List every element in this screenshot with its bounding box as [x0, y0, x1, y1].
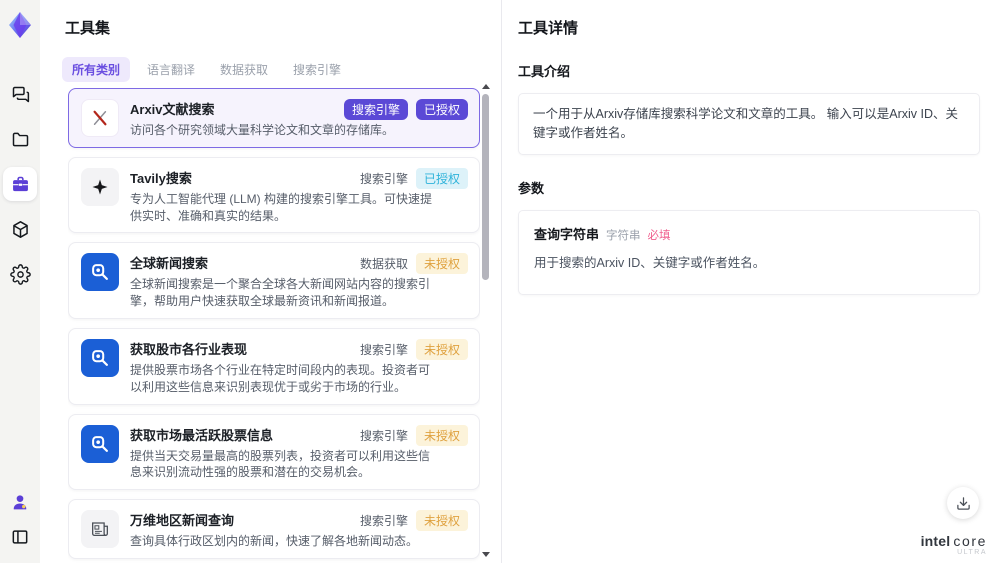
- download-icon: [956, 496, 970, 510]
- sector-search-icon: [81, 338, 119, 377]
- side-panel-icon[interactable]: [6, 523, 34, 551]
- page-title: 工具集: [65, 20, 111, 37]
- tool-card[interactable]: 获取股市各行业表现 提供股票市场各个行业在特定时间段内的表现。投资者可以利用这些…: [68, 327, 480, 405]
- rail-bottom: [6, 488, 34, 551]
- newspaper-icon: [81, 510, 119, 549]
- scrollbar-thumb[interactable]: [482, 94, 489, 280]
- category-label: 搜索引擎: [359, 514, 408, 529]
- tool-intro-text: 一个用于从Arxiv存储库搜索科学论文和文章的工具。 输入可以是Arxiv ID…: [533, 107, 959, 140]
- category-tabs: 所有类别 语言翻译 数据获取 搜索引擎: [62, 57, 501, 82]
- parameter-name: 查询字符串: [534, 226, 600, 242]
- tool-intro-card: 一个用于从Arxiv存储库搜索科学论文和文章的工具。 输入可以是Arxiv ID…: [518, 93, 980, 155]
- toolbox-icon[interactable]: [3, 167, 37, 201]
- brand-ultra-text: ULTRA: [957, 548, 987, 556]
- category-badge: 搜索引擎: [343, 99, 408, 120]
- settings-icon[interactable]: [3, 257, 37, 291]
- rail-nav: [3, 77, 37, 291]
- sparkle-icon: [81, 167, 119, 206]
- category-label: 搜索引擎: [359, 342, 408, 357]
- params-heading: 参数: [518, 180, 545, 196]
- cube-icon[interactable]: [3, 212, 37, 246]
- news-search-icon: [81, 253, 119, 292]
- parameter-card: 查询字符串 字符串 必填 用于搜索的Arxiv ID、关键字或作者姓名。: [518, 209, 980, 295]
- category-label: 搜索引擎: [359, 171, 408, 186]
- parameter-required-flag: 必填: [647, 229, 671, 242]
- status-badge: 未授权: [415, 338, 468, 360]
- tab-search-engine[interactable]: 搜索引擎: [285, 57, 349, 82]
- status-badge: 未授权: [415, 510, 468, 532]
- app-gem-logo: [5, 10, 35, 40]
- tool-card[interactable]: 万维地区新闻查询 查询具体行政区划内的新闻，快速了解各地新闻动态。 搜索引擎 未…: [68, 499, 480, 559]
- folder-icon[interactable]: [3, 122, 37, 156]
- parameter-type: 字符串: [606, 229, 641, 242]
- chat-icon[interactable]: [3, 77, 37, 111]
- tool-description: 全球新闻搜索是一个聚合全球各大新闻网站内容的搜索引擎，帮助用户快速获取全球最新资…: [130, 277, 431, 309]
- tool-card[interactable]: Tavily搜索 专为人工智能代理 (LLM) 构建的搜索引擎工具。可快速提供实…: [68, 156, 480, 234]
- left-icon-rail: [0, 0, 40, 563]
- category-label: 数据获取: [359, 257, 408, 272]
- tool-description: 提供当天交易量最高的股票列表，投资者可以利用这些信息来识别流动性强的股票和潜在的…: [130, 448, 431, 480]
- brand-intel-text: intel: [920, 532, 951, 549]
- tab-data-acquisition[interactable]: 数据获取: [212, 57, 276, 82]
- download-button[interactable]: [947, 487, 979, 519]
- status-badge: 未授权: [415, 253, 468, 275]
- tool-card[interactable]: Arxiv文献搜索 访问各个研究领域大量科学论文和文章的存储库。 搜索引擎 已授…: [68, 88, 480, 148]
- arxiv-logo-icon: [81, 99, 119, 137]
- tool-description: 查询具体行政区划内的新闻，快速了解各地新闻动态。: [130, 534, 419, 549]
- tool-description: 提供股票市场各个行业在特定时间段内的表现。投资者可以利用这些信息来识别表现优于或…: [130, 362, 431, 394]
- tool-card[interactable]: 获取市场最活跃股票信息 提供当天交易量最高的股票列表，投资者可以利用这些信息来识…: [68, 413, 480, 491]
- status-badge: 已授权: [415, 167, 468, 189]
- category-label: 搜索引擎: [359, 428, 408, 443]
- status-badge: 已授权: [415, 99, 468, 120]
- tool-description: 访问各个研究领域大量科学论文和文章的存储库。: [130, 123, 395, 137]
- tool-list-panel: 工具集 所有类别 语言翻译 数据获取 搜索引擎 Arxiv文献搜索 访问各个研究…: [40, 0, 502, 563]
- detail-title: 工具详情: [518, 20, 579, 37]
- tool-description: 专为人工智能代理 (LLM) 构建的搜索引擎工具。可快速提供实时、准确和真实的结…: [130, 191, 433, 223]
- tab-language-translation[interactable]: 语言翻译: [139, 57, 203, 82]
- tool-detail-panel: 工具详情 工具介绍 一个用于从Arxiv存储库搜索科学论文和文章的工具。 输入可…: [502, 0, 1000, 563]
- scroll-up-arrow[interactable]: [482, 84, 490, 89]
- stock-search-icon: [81, 424, 119, 463]
- intel-core-logo: intel core ULTRA: [921, 534, 987, 556]
- status-badge: 未授权: [415, 424, 468, 446]
- parameter-description: 用于搜索的Arxiv ID、关键字或作者姓名。: [534, 255, 766, 270]
- intro-heading: 工具介绍: [518, 64, 571, 79]
- tab-all-categories[interactable]: 所有类别: [62, 57, 131, 82]
- user-icon[interactable]: [6, 488, 34, 516]
- tool-card-list: Arxiv文献搜索 访问各个研究领域大量科学论文和文章的存储库。 搜索引擎 已授…: [68, 88, 480, 563]
- scroll-down-arrow[interactable]: [482, 552, 490, 557]
- tool-card[interactable]: 全球新闻搜索 全球新闻搜索是一个聚合全球各大新闻网站内容的搜索引擎，帮助用户快速…: [68, 242, 480, 319]
- list-scrollbar: [482, 84, 490, 557]
- brand-core-text: core: [953, 532, 987, 549]
